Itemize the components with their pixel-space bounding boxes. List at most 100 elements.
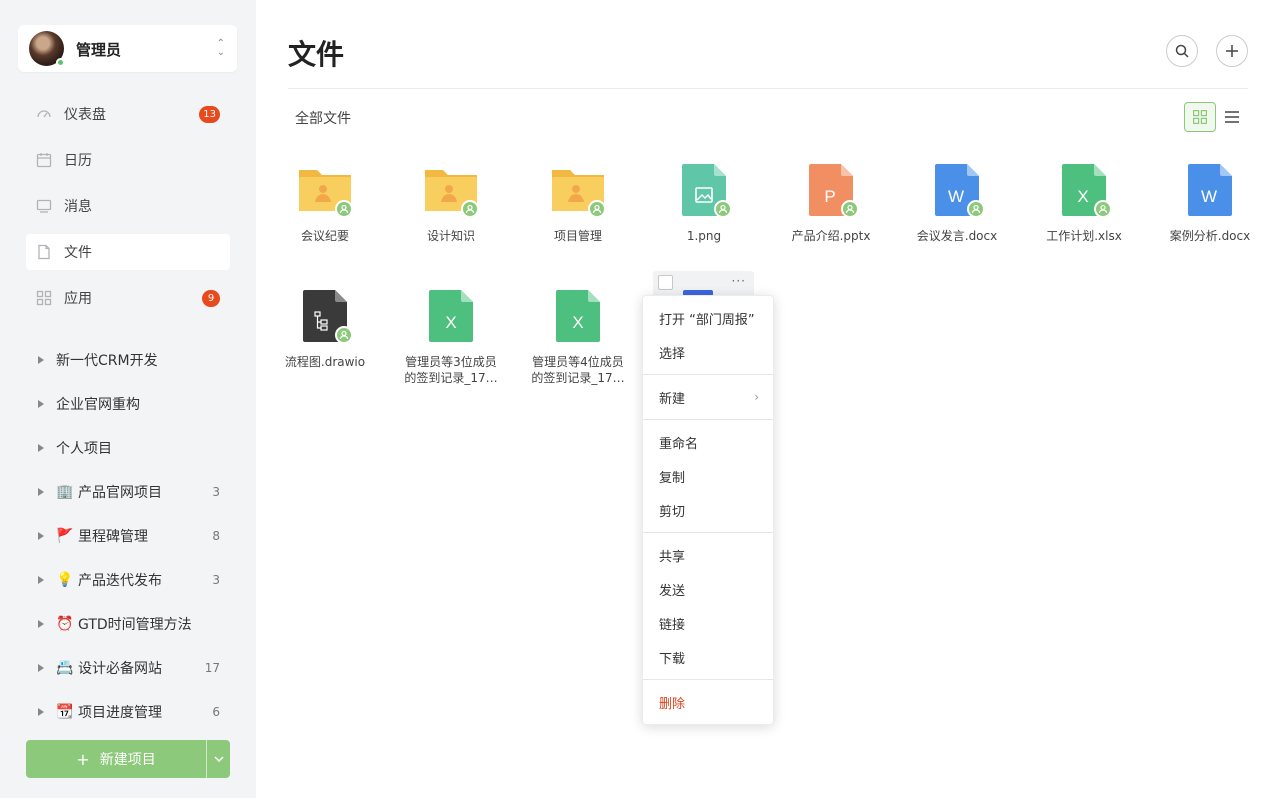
expand-arrow-icon[interactable] [38,664,44,672]
user-name: 管理员 [76,39,121,60]
expand-arrow-icon[interactable] [38,576,44,584]
file-item-image[interactable]: 1.png [644,162,764,244]
project-item[interactable]: 🚩 里程碑管理 8 [26,514,230,558]
project-label: 产品迭代发布 [78,570,162,590]
nav-item-files[interactable]: 文件 [26,234,230,270]
nav-item-messages[interactable]: 消息 [26,188,230,224]
project-item[interactable]: 新一代CRM开发 [26,338,230,382]
project-count: 8 [212,529,220,543]
expand-arrow-icon[interactable] [38,444,44,452]
menu-item-share[interactable]: 共享 [643,538,773,572]
list-view-button[interactable] [1222,102,1242,132]
shared-user-icon [841,200,859,218]
notification-badge: 9 [202,290,220,307]
nav-label: 日历 [64,150,92,170]
shared-user-icon [714,200,732,218]
plus-icon [1226,45,1238,57]
search-icon [1175,44,1189,58]
file-name: 管理员等4位成员的签到记录_17… [528,354,628,386]
nav-label: 文件 [64,242,92,262]
grid-icon [1193,110,1207,124]
file-name: 项目管理 [518,228,638,244]
folder-icon [550,162,606,218]
project-item[interactable]: 🏢 产品官网项目 3 [26,470,230,514]
nav-item-apps[interactable]: 应用 9 [26,280,230,316]
file-item-drawio[interactable]: 流程图.drawio [265,288,385,370]
calendar-icon [36,152,52,168]
menu-item-new[interactable]: 新建 › [643,380,773,414]
nav-label: 消息 [64,196,92,216]
project-item[interactable]: 📇 设计必备网站 17 [26,646,230,690]
nav-item-dashboard[interactable]: 仪表盘 13 [26,96,230,132]
project-item[interactable]: 个人项目 [26,426,230,470]
page-title: 文件 [288,33,344,73]
new-project-button[interactable]: + 新建项目 [26,740,206,778]
file-item-folder[interactable]: 项目管理 [518,162,638,244]
expand-arrow-icon[interactable] [38,356,44,364]
svg-text:W: W [1201,187,1217,206]
file-name: 1.png [644,228,764,244]
select-checkbox[interactable] [658,275,673,290]
sidebar: 管理员 ⌃⌄ 仪表盘 13 日历 消息 文件 [0,0,256,798]
file-name: 产品介绍.pptx [771,228,891,244]
file-name: 会议发言.docx [897,228,1017,244]
file-item-xlsx[interactable]: X 工作计划.xlsx [1024,162,1144,244]
menu-item-download[interactable]: 下载 [643,640,773,674]
project-item[interactable]: ⏰ GTD时间管理方法 [26,602,230,646]
apps-icon [36,290,52,306]
nav-item-calendar[interactable]: 日历 [26,142,230,178]
project-count: 17 [205,661,220,675]
file-item-docx[interactable]: W 会议发言.docx [897,162,1017,244]
menu-item-select[interactable]: 选择 [643,335,773,369]
project-item[interactable]: 📆 项目进度管理 6 [26,690,230,734]
dashboard-icon [36,106,52,122]
calendar-emoji-icon: 📆 [56,704,74,720]
more-icon[interactable]: ··· [732,274,746,288]
expand-arrow-icon[interactable] [38,620,44,628]
lightbulb-icon: 💡 [56,572,74,588]
shared-user-icon [1094,200,1112,218]
add-button[interactable] [1216,35,1248,67]
project-label: 里程碑管理 [78,526,148,546]
menu-item-cut[interactable]: 剪切 [643,493,773,527]
svg-text:W: W [948,187,964,206]
expand-arrow-icon[interactable] [38,708,44,716]
menu-item-open[interactable]: 打开 “部门周报” [643,301,773,335]
new-project-label: 新建项目 [100,749,156,769]
menu-item-delete[interactable]: 删除 [643,685,773,719]
project-label: 企业官网重构 [56,394,140,414]
file-item-xlsx[interactable]: X 管理员等3位成员的签到记录_17… [391,288,511,386]
project-item[interactable]: 💡 产品迭代发布 3 [26,558,230,602]
search-button[interactable] [1166,35,1198,67]
grid-view-button[interactable] [1184,102,1216,132]
user-switcher[interactable]: 管理员 ⌃⌄ [18,25,237,72]
menu-item-rename[interactable]: 重命名 [643,425,773,459]
message-icon [36,198,52,214]
file-item-pptx[interactable]: P 产品介绍.pptx [771,162,891,244]
menu-divider [643,419,773,420]
svg-text:P: P [824,187,835,206]
menu-item-link[interactable]: 链接 [643,606,773,640]
breadcrumb[interactable]: 全部文件 [295,108,351,128]
file-name: 流程图.drawio [265,354,385,370]
file-name: 案例分析.docx [1150,228,1270,244]
new-project-dropdown-button[interactable] [206,740,230,778]
menu-item-send[interactable]: 发送 [643,572,773,606]
expand-arrow-icon[interactable] [38,400,44,408]
svg-text:X: X [572,313,583,332]
menu-item-copy[interactable]: 复制 [643,459,773,493]
header-divider [288,88,1248,89]
project-label: 新一代CRM开发 [56,350,158,370]
file-item-docx[interactable]: W 案例分析.docx [1150,162,1270,244]
file-name: 工作计划.xlsx [1024,228,1144,244]
file-item-xlsx[interactable]: X 管理员等4位成员的签到记录_17… [518,288,638,386]
project-label: 项目进度管理 [78,702,162,722]
file-name: 管理员等3位成员的签到记录_17… [401,354,501,386]
expand-arrow-icon[interactable] [38,488,44,496]
project-item[interactable]: 企业官网重构 [26,382,230,426]
pptx-file-icon: P [803,162,859,218]
expand-arrow-icon[interactable] [38,532,44,540]
file-item-folder[interactable]: 会议纪要 [265,162,385,244]
file-item-folder[interactable]: 设计知识 [391,162,511,244]
main-nav: 仪表盘 13 日历 消息 文件 应用 9 [26,96,230,326]
